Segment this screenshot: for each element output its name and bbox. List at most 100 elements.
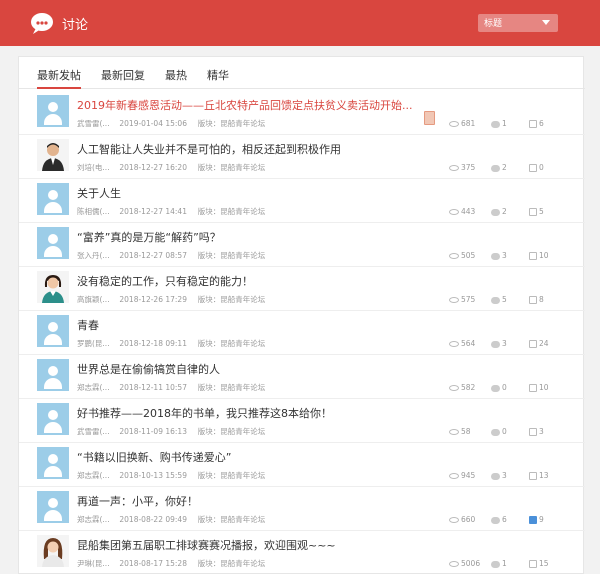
post-board[interactable]: 昆船青年论坛: [220, 427, 265, 436]
like-count[interactable]: 15: [529, 559, 549, 568]
post-row[interactable]: “富养”真的是万能“解药”吗？ 张入丹(... 2018-12-27 08:57…: [19, 223, 585, 267]
post-row[interactable]: 青春 罗鹏(昆... 2018-12-18 09:11 版块：昆船青年论坛 56…: [19, 311, 585, 355]
post-date: 2018-12-27 16:20: [119, 163, 187, 172]
post-title[interactable]: 好书推荐——2018年的书单，我只推荐这8本给你！: [77, 405, 332, 421]
post-title[interactable]: 没有稳定的工作，只有稳定的能力！: [77, 273, 253, 289]
thumbs-up-icon[interactable]: [529, 516, 537, 524]
thumbs-up-icon[interactable]: [529, 340, 537, 348]
post-title[interactable]: 世界总是在偷偷犒赏自律的人: [77, 361, 220, 377]
post-board[interactable]: 昆船青年论坛: [220, 383, 265, 392]
thumbs-up-icon[interactable]: [529, 384, 537, 392]
thumbs-up-icon[interactable]: [529, 296, 537, 304]
thumbs-up-icon[interactable]: [529, 208, 537, 216]
post-board[interactable]: 昆船青年论坛: [220, 559, 265, 568]
board-prefix: 版块：: [197, 427, 221, 436]
like-count[interactable]: 6: [529, 119, 544, 128]
avatar: [37, 491, 69, 523]
post-board[interactable]: 昆船青年论坛: [220, 471, 265, 480]
comment-icon: [491, 516, 500, 524]
chevron-down-icon[interactable]: [542, 20, 550, 25]
post-author[interactable]: 武雪雷(...: [77, 118, 117, 129]
post-author[interactable]: 郑志霖(...: [77, 382, 117, 393]
eye-icon: [449, 121, 459, 127]
eye-icon: [449, 473, 459, 479]
thumbs-up-icon[interactable]: [529, 164, 537, 172]
post-title[interactable]: 2019年新春感恩活动——丘北农特产品回馈定点扶贫义卖活动开始...: [77, 97, 412, 113]
post-meta: 陈相儒(... 2018-12-27 14:41 版块：昆船青年论坛: [77, 206, 265, 217]
post-author[interactable]: 罗鹏(昆...: [77, 338, 117, 349]
post-row[interactable]: 人工智能让人失业并不是可怕的，相反还起到积极作用 刘培(电... 2018-12…: [19, 135, 585, 179]
post-row[interactable]: 2019年新春感恩活动——丘北农特产品回馈定点扶贫义卖活动开始... 武雪雷(.…: [19, 91, 585, 135]
post-author[interactable]: 陈相儒(...: [77, 206, 117, 217]
post-board[interactable]: 昆船青年论坛: [220, 295, 265, 304]
post-title[interactable]: “富养”真的是万能“解药”吗？: [77, 229, 221, 245]
post-title[interactable]: 关于人生: [77, 185, 121, 201]
like-count[interactable]: 24: [529, 339, 549, 348]
like-count[interactable]: 8: [529, 295, 544, 304]
post-title[interactable]: “书籍以旧换新、购书传递爱心”: [77, 449, 231, 465]
post-title[interactable]: 昆船集团第五届职工排球赛赛况播报，欢迎围观~~~: [77, 537, 336, 553]
thumbs-up-icon[interactable]: [529, 120, 537, 128]
post-author[interactable]: 武雪雷(...: [77, 426, 117, 437]
post-board[interactable]: 昆船青年论坛: [220, 251, 265, 260]
post-title[interactable]: 再道一声：小平，你好！: [77, 493, 198, 509]
tab-bar: 最新发帖 最新回复 最热 精华: [19, 57, 585, 89]
post-board[interactable]: 昆船青年论坛: [220, 207, 265, 216]
post-board[interactable]: 昆船青年论坛: [220, 163, 265, 172]
tab-hottest[interactable]: 最热: [165, 67, 187, 83]
post-board[interactable]: 昆船青年论坛: [220, 339, 265, 348]
like-count[interactable]: 5: [529, 207, 544, 216]
post-author[interactable]: 刘培(电...: [77, 162, 117, 173]
post-date: 2018-08-17 15:28: [119, 559, 187, 568]
post-row[interactable]: 世界总是在偷偷犒赏自律的人 郑志霖(... 2018-12-11 10:57 版…: [19, 355, 585, 399]
post-row[interactable]: 昆船集团第五届职工排球赛赛况播报，欢迎围观~~~ 尹琳(昆... 2018-08…: [19, 531, 585, 574]
like-count[interactable]: 3: [529, 427, 544, 436]
tab-latest-replies[interactable]: 最新回复: [101, 67, 145, 83]
tab-latest-posts[interactable]: 最新发帖: [37, 67, 81, 89]
board-prefix: 版块：: [197, 471, 221, 480]
post-board[interactable]: 昆船青年论坛: [220, 119, 265, 128]
comment-icon: [491, 164, 500, 172]
post-author[interactable]: 高旗颖(...: [77, 294, 117, 305]
tab-featured[interactable]: 精华: [207, 67, 229, 83]
like-count[interactable]: 10: [529, 251, 549, 260]
post-meta: 郑志霖(... 2018-12-11 10:57 版块：昆船青年论坛: [77, 382, 265, 393]
like-count[interactable]: 10: [529, 383, 549, 392]
post-row[interactable]: 关于人生 陈相儒(... 2018-12-27 14:41 版块：昆船青年论坛 …: [19, 179, 585, 223]
post-author[interactable]: 尹琳(昆...: [77, 558, 117, 569]
post-author[interactable]: 郑志霖(...: [77, 470, 117, 481]
like-count[interactable]: 9: [529, 515, 544, 524]
page-title: 讨论: [62, 18, 89, 33]
like-count[interactable]: 13: [529, 471, 549, 480]
post-date: 2018-12-27 08:57: [119, 251, 187, 260]
avatar: [37, 139, 69, 171]
comment-icon: [491, 252, 500, 260]
post-title[interactable]: 青春: [77, 317, 99, 333]
reply-count: 2: [491, 163, 507, 172]
post-author[interactable]: 郑志霖(...: [77, 514, 117, 525]
board-prefix: 版块：: [197, 515, 221, 524]
eye-icon: [449, 341, 459, 347]
post-author[interactable]: 张入丹(...: [77, 250, 117, 261]
thumbs-up-icon[interactable]: [529, 472, 537, 480]
post-title[interactable]: 人工智能让人失业并不是可怕的，相反还起到积极作用: [77, 141, 341, 157]
reply-count: 5: [491, 295, 507, 304]
eye-icon: [449, 561, 459, 567]
trash-icon[interactable]: [424, 111, 435, 125]
reply-count: 3: [491, 251, 507, 260]
post-row[interactable]: 再道一声：小平，你好！ 郑志霖(... 2018-08-22 09:49 版块：…: [19, 487, 585, 531]
board-prefix: 版块：: [197, 383, 221, 392]
eye-icon: [449, 385, 459, 391]
thumbs-up-icon[interactable]: [529, 560, 537, 568]
like-count[interactable]: 0: [529, 163, 544, 172]
post-row[interactable]: “书籍以旧换新、购书传递爱心” 郑志霖(... 2018-10-13 15:59…: [19, 443, 585, 487]
board-prefix: 版块：: [197, 339, 221, 348]
eye-icon: [449, 429, 459, 435]
post-meta: 刘培(电... 2018-12-27 16:20 版块：昆船青年论坛: [77, 162, 265, 173]
thumbs-up-icon[interactable]: [529, 252, 537, 260]
post-board[interactable]: 昆船青年论坛: [220, 515, 265, 524]
search-field-select-label: 标题: [484, 19, 503, 29]
post-row[interactable]: 没有稳定的工作，只有稳定的能力！ 高旗颖(... 2018-12-26 17:2…: [19, 267, 585, 311]
thumbs-up-icon[interactable]: [529, 428, 537, 436]
post-row[interactable]: 好书推荐——2018年的书单，我只推荐这8本给你！ 武雪雷(... 2018-1…: [19, 399, 585, 443]
